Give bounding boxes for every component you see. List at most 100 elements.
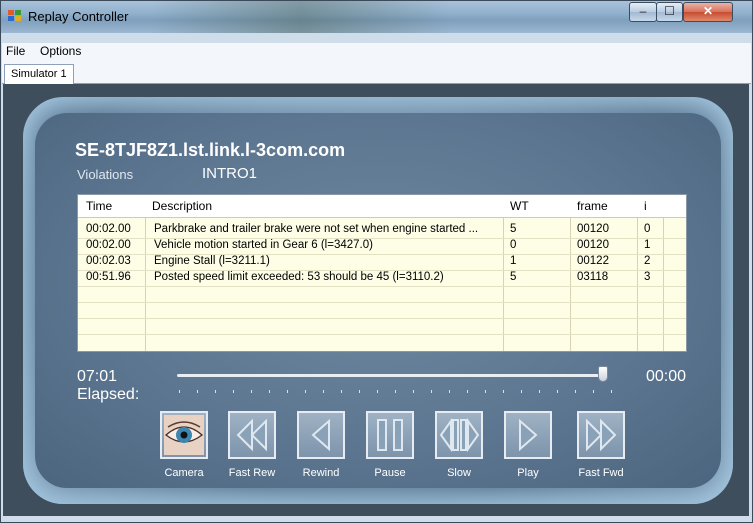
table-row-empty xyxy=(78,318,686,335)
fast-forward-button[interactable] xyxy=(577,411,625,459)
cell-time: 00:02.00 xyxy=(86,239,131,251)
slider-tick xyxy=(341,390,342,393)
table-row[interactable]: 00:02.03 Engine Stall (l=3211.1) 1 00122… xyxy=(78,254,686,271)
slider-tick xyxy=(179,390,180,393)
column-header-time[interactable]: Time xyxy=(86,199,112,213)
column-header-wt[interactable]: WT xyxy=(510,199,529,213)
cell-index: 3 xyxy=(644,271,651,283)
cell-frame: 00120 xyxy=(577,239,609,251)
title-bar-background xyxy=(151,1,451,33)
camera-button[interactable] xyxy=(160,411,208,459)
slider-tick xyxy=(593,390,594,393)
cell-frame: 03118 xyxy=(577,271,609,283)
rewind-icon xyxy=(311,418,330,452)
replay-controller-window: Replay Controller – ☐ ✕ File Options Sim… xyxy=(0,0,753,523)
slider-tick xyxy=(611,390,612,393)
camera-label: Camera xyxy=(164,467,204,479)
pause-button[interactable] xyxy=(366,411,414,459)
cell-wt: 1 xyxy=(510,255,517,267)
play-button[interactable] xyxy=(504,411,552,459)
fast-forward-label: Fast Fwd xyxy=(578,467,624,479)
cell-index: 0 xyxy=(644,223,651,235)
slider-tick xyxy=(557,390,558,393)
close-button[interactable]: ✕ xyxy=(683,2,733,22)
fast-rewind-button[interactable] xyxy=(228,411,276,459)
menu-bar: File Options xyxy=(2,43,751,61)
slider-tick xyxy=(575,390,576,393)
host-name: SE-8TJF8Z1.lst.link.l-3com.com xyxy=(75,140,346,160)
slider-tick xyxy=(323,390,324,393)
table-row-empty xyxy=(78,302,686,319)
rewind-button[interactable] xyxy=(297,411,345,459)
table-header: Time Description WT frame i xyxy=(78,195,686,218)
slider-tick xyxy=(485,390,486,393)
cell-frame: 00120 xyxy=(577,223,609,235)
column-header-frame[interactable]: frame xyxy=(577,199,608,213)
fast-rewind-icon xyxy=(236,418,267,452)
table-row[interactable]: 00:02.00 Parkbrake and trailer brake wer… xyxy=(78,222,686,239)
slider-tick xyxy=(305,390,306,393)
slider-tick xyxy=(431,390,432,393)
cell-time: 00:02.03 xyxy=(86,255,131,267)
menu-file[interactable]: File xyxy=(6,44,25,58)
slider-tick xyxy=(233,390,234,393)
slider-tick xyxy=(359,390,360,393)
cell-time: 00:51.96 xyxy=(86,271,131,283)
remaining-time: 00:00 xyxy=(646,368,687,385)
eye-icon xyxy=(164,415,204,455)
maximize-button[interactable]: ☐ xyxy=(656,2,683,22)
cell-description: Vehicle motion started in Gear 6 (l=3427… xyxy=(154,239,373,251)
violations-label: Violations xyxy=(77,167,134,182)
minimize-button[interactable]: – xyxy=(629,2,657,22)
column-header-description[interactable]: Description xyxy=(152,199,212,213)
violations-value: INTRO1 xyxy=(202,165,258,182)
slider-tick xyxy=(395,390,396,393)
elapsed-time: 07:01 xyxy=(77,368,118,385)
play-icon xyxy=(519,418,538,452)
title-bar[interactable]: Replay Controller – ☐ ✕ xyxy=(1,1,752,33)
slider-tick xyxy=(377,390,378,393)
column-header-i[interactable]: i xyxy=(644,199,647,213)
slow-label: Slow xyxy=(447,467,471,479)
menu-options[interactable]: Options xyxy=(40,44,81,58)
cell-description: Engine Stall (l=3211.1) xyxy=(154,255,270,267)
cell-wt: 5 xyxy=(510,271,517,283)
playback-slider-track[interactable] xyxy=(177,374,607,377)
app-icon[interactable] xyxy=(8,10,22,22)
table-row-empty xyxy=(78,286,686,303)
slider-tick xyxy=(251,390,252,393)
slider-tick xyxy=(449,390,450,393)
slider-tick xyxy=(413,390,414,393)
window-title: Replay Controller xyxy=(28,9,129,24)
playback-slider-thumb[interactable] xyxy=(598,366,608,382)
play-label: Play xyxy=(517,467,539,479)
table-row[interactable]: 00:02.00 Vehicle motion started in Gear … xyxy=(78,238,686,255)
slider-tick xyxy=(521,390,522,393)
cell-index: 1 xyxy=(644,239,651,251)
cell-description: Posted speed limit exceeded: 53 should b… xyxy=(154,271,444,283)
cell-time: 00:02.00 xyxy=(86,223,131,235)
tab-simulator-1[interactable]: Simulator 1 xyxy=(4,64,74,85)
fast-rewind-label: Fast Rew xyxy=(228,467,276,479)
cell-description: Parkbrake and trailer brake were not set… xyxy=(154,223,479,235)
pause-label: Pause xyxy=(374,467,406,479)
slider-tick xyxy=(539,390,540,393)
slider-tick xyxy=(503,390,504,393)
cell-wt: 5 xyxy=(510,223,517,235)
pause-icon xyxy=(377,419,403,451)
slider-tick xyxy=(269,390,270,393)
violations-table[interactable]: Time Description WT frame i 00:02.00 Par… xyxy=(77,194,687,352)
table-row[interactable]: 00:51.96 Posted speed limit exceeded: 53… xyxy=(78,270,686,287)
cell-wt: 0 xyxy=(510,239,517,251)
elapsed-label: Elapsed: xyxy=(77,386,140,403)
rewind-label: Rewind xyxy=(302,467,340,479)
slow-button[interactable] xyxy=(435,411,483,459)
cell-index: 2 xyxy=(644,255,651,267)
slider-tick xyxy=(215,390,216,393)
slow-icon xyxy=(439,417,480,453)
slider-tick xyxy=(197,390,198,393)
slider-tick xyxy=(467,390,468,393)
tab-strip: Simulator 1 xyxy=(2,61,751,85)
slider-tick xyxy=(287,390,288,393)
fast-forward-icon xyxy=(586,418,617,452)
